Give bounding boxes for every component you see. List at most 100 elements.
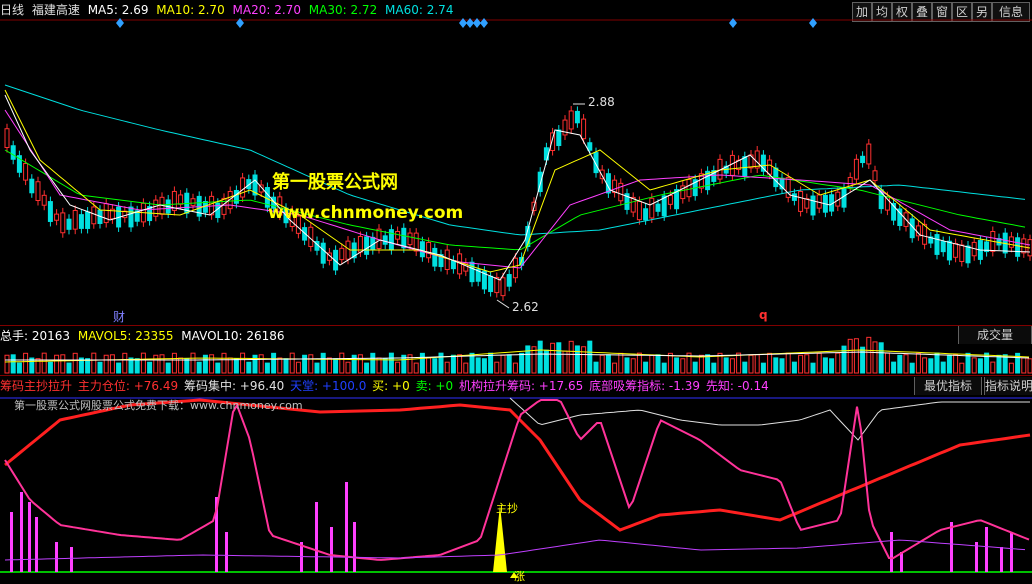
- volume-bar: [810, 362, 816, 374]
- volume-bar: [444, 361, 450, 374]
- candle-body: [488, 275, 494, 293]
- volume-bar: [66, 362, 72, 374]
- candle-body: [91, 206, 97, 225]
- buy-label: 买: +0: [372, 379, 410, 393]
- zhuchao-marker: 主抄: [496, 502, 518, 515]
- chip-concentration-label: 筹码集中: +96.40: [183, 379, 285, 393]
- volume-bar: [1021, 357, 1027, 374]
- volume-bar: [643, 361, 649, 374]
- institution-chip-label: 机构拉升筹码: +17.65: [458, 379, 584, 393]
- volume-bar: [283, 358, 289, 374]
- volume-bar: [289, 352, 295, 374]
- volume-bar: [481, 358, 487, 374]
- candle-body: [860, 155, 866, 164]
- volume-bar: [723, 357, 729, 374]
- volume-bar: [345, 361, 351, 374]
- volume-indicator-button[interactable]: 成交量: [958, 326, 1032, 344]
- volume-bar: [525, 345, 531, 374]
- volume-bar: [227, 357, 233, 374]
- candle-body: [426, 241, 432, 259]
- finance-marker[interactable]: 财: [113, 308, 125, 325]
- candle-body: [798, 190, 804, 212]
- candle-body: [686, 178, 692, 198]
- best-indicator-button[interactable]: 最优指标: [914, 377, 982, 395]
- indicator-name: 筹码主抄拉升: [0, 379, 73, 393]
- volume-bar: [4, 354, 10, 374]
- volume-bar: [314, 362, 320, 374]
- volume-bar: [922, 357, 928, 374]
- q-marker[interactable]: q: [759, 308, 768, 322]
- volume-bar: [258, 354, 264, 374]
- volume-bar: [109, 354, 115, 374]
- volume-bar: [1027, 358, 1032, 374]
- volume-bar: [426, 357, 432, 374]
- candle-body: [667, 194, 673, 205]
- heaven-label: 天堂: +100.0: [290, 379, 367, 393]
- indicator-bar: [1010, 532, 1013, 572]
- volume-bar: [872, 341, 878, 374]
- stock-chart-canvas[interactable]: [0, 0, 1032, 581]
- candle-body: [853, 158, 859, 180]
- candle-body: [556, 129, 562, 147]
- candle-body: [922, 223, 928, 245]
- candle-body: [395, 231, 401, 240]
- volume-bar: [804, 354, 810, 374]
- volume-bar: [971, 357, 977, 374]
- volume-bar: [413, 362, 419, 374]
- volume-bar: [215, 362, 221, 374]
- volume-bar: [463, 362, 469, 374]
- volume-bar: [878, 342, 884, 374]
- candle-body: [85, 211, 91, 229]
- mavol10-label: MAVOL10: 26186: [181, 329, 285, 343]
- candle-body: [432, 247, 438, 267]
- volume-bar: [196, 361, 202, 374]
- volume-bar: [891, 361, 897, 374]
- candle-body: [1021, 238, 1027, 254]
- volume-bar: [277, 357, 283, 374]
- volume-bar: [494, 361, 500, 374]
- volume-bar: [308, 354, 314, 374]
- volume-bar: [221, 352, 227, 374]
- volume-bar: [692, 361, 698, 374]
- volume-bar: [928, 358, 934, 374]
- candle-body: [178, 194, 184, 205]
- sell-label: 卖: +0: [415, 379, 454, 393]
- volume-bar: [537, 340, 543, 374]
- candle-body: [54, 213, 60, 221]
- candle-body: [841, 188, 847, 208]
- candle-body: [233, 189, 239, 204]
- low-pointer: [496, 299, 510, 309]
- volume-bar: [612, 362, 618, 374]
- volume-bar: [388, 352, 394, 374]
- indicator-bar: [35, 517, 38, 572]
- volume-bar: [147, 361, 153, 374]
- candle-body: [767, 159, 773, 175]
- candle-body: [128, 206, 134, 228]
- volume-bar: [977, 358, 983, 374]
- candle-body: [581, 118, 587, 140]
- candle-body: [29, 178, 35, 194]
- volume-bar: [122, 352, 128, 374]
- volume-bar: [326, 357, 332, 374]
- volume-bar: [822, 357, 828, 374]
- volume-bar: [853, 338, 859, 374]
- volume-bar: [581, 346, 587, 374]
- volume-bar: [624, 357, 630, 374]
- volume-bar: [593, 361, 599, 374]
- low-price-label: 2.62: [512, 300, 539, 314]
- volume-bar: [785, 352, 791, 374]
- indicator-bar: [345, 482, 348, 572]
- ma20-line: [4, 109, 1031, 269]
- candle-body: [729, 154, 735, 176]
- volume-bar: [996, 354, 1002, 374]
- volume-bar: [190, 352, 196, 374]
- candle-body: [500, 277, 506, 297]
- indicator-help-button[interactable]: 指标说明: [984, 377, 1032, 395]
- volume-bar: [171, 352, 177, 374]
- candle-body: [23, 163, 29, 181]
- volume-bar: [946, 354, 952, 374]
- candle-body: [568, 110, 574, 130]
- volume-bar: [711, 362, 717, 374]
- volume-bar: [60, 354, 66, 374]
- volume-bar: [605, 354, 611, 374]
